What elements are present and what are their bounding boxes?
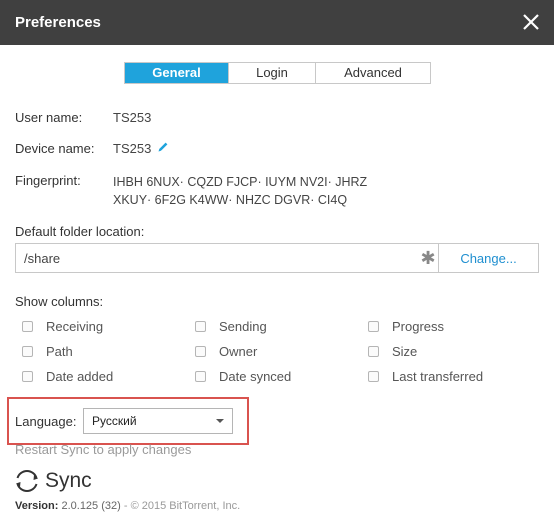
column-option-path[interactable]: Path [22,344,73,359]
path-checkbox[interactable] [22,346,33,357]
device-name-value: TS253 [113,141,152,156]
date-added-label: Date added [46,369,114,384]
edit-pencil-icon[interactable] [157,141,169,153]
size-label: Size [392,344,418,359]
progress-checkbox[interactable] [368,321,379,332]
sync-icon [16,470,38,492]
tab-general[interactable]: General [125,63,228,83]
column-option-date-synced[interactable]: Date synced [195,369,291,384]
last-transferred-checkbox[interactable] [368,371,379,382]
copyright-text: - © 2015 BitTorrent, Inc. [123,500,241,512]
device-name-label: Device name: [15,141,95,156]
close-icon[interactable] [519,10,543,34]
date-synced-checkbox[interactable] [195,371,206,382]
default-folder-label: Default folder location: [15,224,145,239]
tab-login[interactable]: Login [228,63,315,83]
fingerprint-label: Fingerprint: [15,173,81,188]
preferences-tabs: General Login Advanced [124,62,431,84]
show-columns-label: Show columns: [15,294,104,309]
title-bar: Preferences [0,0,554,45]
path-label: Path [46,344,73,359]
window-title: Preferences [15,14,101,31]
language-select[interactable]: Русский [83,408,233,434]
date-added-checkbox[interactable] [22,371,33,382]
column-option-progress[interactable]: Progress [368,319,444,334]
folder-path-input[interactable] [16,244,418,272]
column-option-date-added[interactable]: Date added [22,369,113,384]
language-selected-value: Русский [92,414,137,428]
column-option-size[interactable]: Size [368,344,417,359]
column-option-sending[interactable]: Sending [195,319,267,334]
sync-logo-text: Sync [45,469,92,492]
size-checkbox[interactable] [368,346,379,357]
column-option-receiving[interactable]: Receiving [22,319,103,334]
column-option-owner[interactable]: Owner [195,344,257,359]
receiving-checkbox[interactable] [22,321,33,332]
version-value: 2.0.125 (32) [61,500,121,512]
sending-checkbox[interactable] [195,321,206,332]
required-asterisk-icon: ✱ [420,247,436,268]
date-synced-label: Date synced [219,369,292,384]
restart-hint: Restart Sync to apply changes [15,442,192,457]
language-label: Language: [15,414,77,429]
fingerprint-line-1: IHBH 6NUX· CQZD FJCP· IUYM NV2I· JHRZ [113,175,368,189]
version-label: Version: [15,500,59,512]
fingerprint-value: IHBH 6NUX· CQZD FJCP· IUYM NV2I· JHRZ XK… [113,173,367,209]
progress-label: Progress [392,319,445,334]
owner-label: Owner [219,344,258,359]
user-name-value: TS253 [113,110,152,125]
receiving-label: Receiving [46,319,104,334]
tab-advanced[interactable]: Advanced [315,63,430,83]
chevron-down-icon [216,419,224,423]
owner-checkbox[interactable] [195,346,206,357]
default-folder-field: ✱ Change... [15,243,539,273]
change-folder-button[interactable]: Change... [438,244,538,272]
last-transferred-label: Last transferred [392,369,484,384]
sync-logo: Sync [15,469,92,493]
version-info: Version: 2.0.125 (32) - © 2015 BitTorren… [15,500,240,512]
fingerprint-line-2: XKUY· 6F2G K4WW· NHZC DGVR· CI4Q [113,193,348,207]
sending-label: Sending [219,319,267,334]
user-name-label: User name: [15,110,83,125]
column-option-last-transferred[interactable]: Last transferred [368,369,483,384]
